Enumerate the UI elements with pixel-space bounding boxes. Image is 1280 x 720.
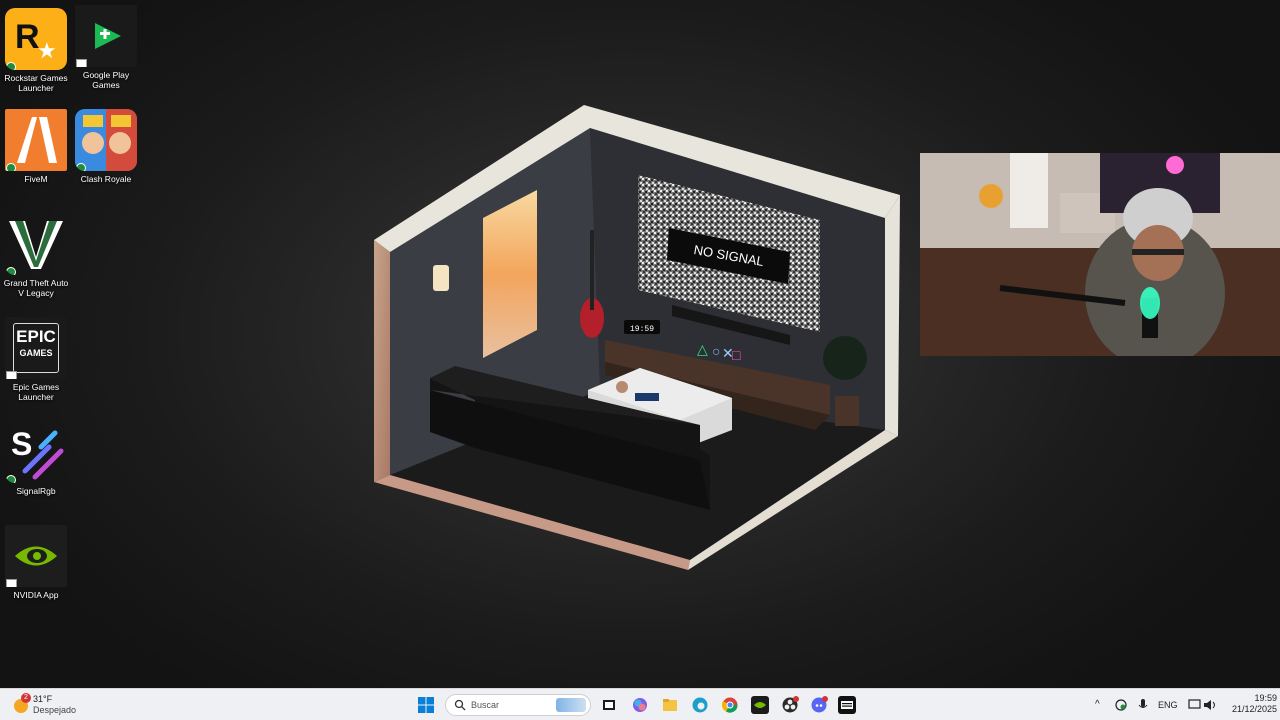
display-icon[interactable] (1188, 698, 1202, 712)
microphone-icon[interactable] (1137, 698, 1149, 712)
file-explorer-icon[interactable] (661, 696, 679, 714)
chrome-icon[interactable] (721, 696, 739, 714)
desktop-icon-label: Epic Games Launcher (12, 382, 60, 402)
webcam-overlay (920, 153, 1280, 356)
desktop-icon-label: NVIDIA App (13, 590, 59, 600)
epic-games-icon: EPIC GAMES (5, 317, 67, 379)
nvidia-taskbar-icon[interactable] (751, 696, 769, 714)
copilot-icon[interactable] (631, 696, 649, 714)
signalrgb-icon: S (5, 421, 67, 483)
call-of-duty-icon[interactable] (838, 696, 856, 714)
epic-logo-line2: GAMES (19, 348, 53, 358)
svg-text:□: □ (732, 347, 741, 363)
language-indicator[interactable]: ENG (1158, 700, 1178, 710)
desktop-icon-label: Clash Royale (80, 174, 132, 184)
desktop-icon-label: Grand Theft Auto V Legacy (3, 278, 69, 298)
desktop-icon-epic-games[interactable]: EPIC GAMES Epic Games Launcher (0, 317, 72, 402)
weather-temp: 31°F (33, 694, 53, 704)
weather-badge: 2 (21, 693, 31, 703)
task-view-icon[interactable] (600, 696, 618, 714)
start-icon[interactable] (417, 696, 435, 714)
google-play-games-icon (75, 5, 137, 67)
sync-check-icon (6, 62, 16, 70)
desktop-icon-fivem[interactable]: FiveM (0, 109, 72, 184)
desktop-wallpaper: NO SIGNAL 19:59 △ ○ ✕ □ R ★ Rockstar Gam… (0, 0, 1280, 688)
fivem-icon (5, 109, 67, 171)
webcam-feed (920, 153, 1280, 356)
epic-logo-line1: EPIC (16, 327, 56, 346)
edge-icon[interactable] (691, 696, 709, 714)
shortcut-arrow-icon (6, 579, 17, 587)
sync-check-icon (6, 163, 16, 171)
sync-check-icon (6, 267, 16, 275)
discord-icon[interactable] (810, 696, 828, 714)
weather-widget[interactable]: 2 31°F Despejado (12, 693, 92, 717)
rockstar-icon: R ★ (5, 8, 67, 70)
desktop-icon-label: Google Play Games (82, 70, 130, 90)
volume-icon[interactable] (1203, 698, 1217, 712)
svg-text:○: ○ (712, 343, 720, 359)
taskbar: 2 31°F Despejado Buscar ^ ENG 19:59 21/1… (0, 688, 1280, 720)
svg-text:S: S (11, 426, 32, 462)
chevron-up-icon[interactable]: ^ (1095, 699, 1100, 710)
desktop-icon-gta-v[interactable]: Grand Theft Auto V Legacy (0, 213, 72, 298)
desktop-icon-clash-royale[interactable]: Clash Royale (70, 109, 142, 184)
svg-text:★: ★ (37, 38, 57, 63)
sync-check-icon (76, 163, 86, 171)
clock[interactable]: 19:59 21/12/2025 (1225, 693, 1277, 715)
sync-check-icon (6, 475, 16, 483)
system-tray: ^ ENG 19:59 21/12/2025 (1090, 689, 1280, 720)
svg-text:R: R (15, 18, 40, 56)
desktop-icon-label: SignalRgb (16, 486, 56, 496)
search-highlight-icon (556, 698, 586, 712)
isometric-room-illustration: NO SIGNAL 19:59 △ ○ ✕ □ (374, 105, 900, 570)
desktop-icon-rockstar[interactable]: R ★ Rockstar Games Launcher (0, 8, 72, 93)
search-box[interactable]: Buscar (445, 694, 591, 716)
search-placeholder: Buscar (471, 700, 500, 710)
desktop-icon-signalrgb[interactable]: S SignalRgb (0, 421, 72, 496)
shortcut-arrow-icon (76, 59, 87, 67)
gta-v-icon (5, 213, 67, 275)
desktop-icon-google-play-games[interactable]: Google Play Games (70, 5, 142, 90)
clock-date: 21/12/2025 (1231, 704, 1277, 714)
clock-time: 19:59 (1254, 693, 1277, 703)
weather-condition: Despejado (33, 705, 77, 715)
desktop-icon-nvidia[interactable]: NVIDIA App (0, 525, 72, 600)
svg-text:△: △ (697, 341, 708, 357)
clash-royale-icon (75, 109, 137, 171)
wallpaper-clock: 19:59 (630, 325, 654, 334)
desktop-icon-label: FiveM (24, 174, 48, 184)
search-icon (454, 699, 466, 711)
shortcut-arrow-icon (6, 371, 17, 379)
obs-icon[interactable] (781, 696, 799, 714)
network-icon[interactable] (1114, 698, 1128, 712)
desktop-icon-label: Rockstar Games Launcher (4, 73, 68, 93)
nvidia-icon (5, 525, 67, 587)
